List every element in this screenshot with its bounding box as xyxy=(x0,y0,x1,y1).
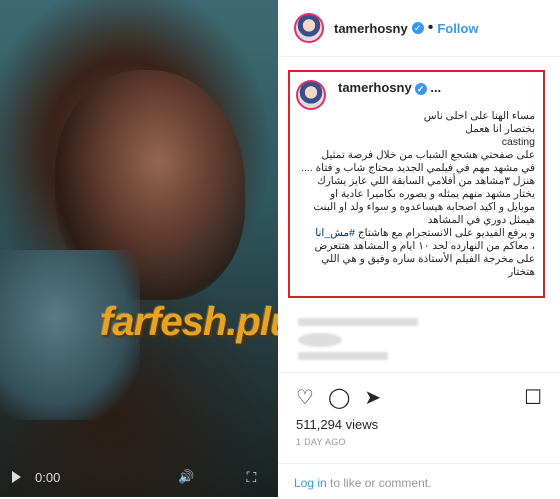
view-count[interactable]: 511,294 views xyxy=(296,417,378,432)
caption-line-prefix: و يرفع الفيديو على الانستجرام مع هاشتاج xyxy=(354,227,535,239)
caption-line: هنزل ٣مشاهد من أفلامي السابقة اللي عايز … xyxy=(317,175,535,187)
post-sidebar: tamerhosny ✓ • Follow tamerhosny ✓ ... مس… xyxy=(278,0,560,497)
blurred-comment xyxy=(298,333,342,347)
caption-username: tamerhosny ✓ ... xyxy=(338,80,441,95)
caption-line: يختار مشهد منهم يمثله و يصوره بكاميرا عا… xyxy=(330,188,535,200)
caption-highlight-box: tamerhosny ✓ ... مساء الهنا على احلى ناس … xyxy=(288,70,545,298)
follow-button[interactable]: Follow xyxy=(437,21,478,36)
comment-bar: Log in to like or comment. xyxy=(278,463,560,499)
post-header: tamerhosny ✓ • Follow xyxy=(278,0,560,57)
caption-line: مساء الهنا على احلى ناس xyxy=(423,110,535,122)
fullscreen-icon[interactable]: ⛶ xyxy=(247,469,257,486)
caption-line: هيمثل دوري في المشاهد xyxy=(427,214,535,226)
caption-avatar[interactable] xyxy=(296,80,326,110)
caption-text: مساء الهنا على احلى ناس بختصار انا هعمل … xyxy=(301,110,536,279)
caption-line: في مشهد مهم في فيلمي الجديد محتاج شاب و … xyxy=(301,162,535,174)
comment-prompt: Log in to like or comment. xyxy=(294,476,431,490)
post-date[interactable]: 1 DAY AGO xyxy=(296,437,346,447)
video-controls: 0:00 🔊 ⛶ xyxy=(0,457,278,497)
video-player[interactable]: farfesh.plus.com 0:00 🔊 ⛶ xyxy=(0,0,278,497)
caption-hashtag-line: و يرفع الفيديو على الانستجرام مع هاشتاج … xyxy=(303,227,535,240)
comment-prompt-text: to like or comment. xyxy=(326,476,432,490)
login-link[interactable]: Log in xyxy=(294,476,327,490)
separator-dot: • xyxy=(427,19,434,36)
play-icon[interactable] xyxy=(12,471,21,483)
verified-badge-icon: ✓ xyxy=(414,83,427,95)
caption-line: casting xyxy=(501,136,535,148)
caption-ellipsis: ... xyxy=(430,80,442,95)
watermark: farfesh.plus.com xyxy=(100,300,278,344)
blurred-comment xyxy=(298,318,418,326)
caption-line: هتختار xyxy=(508,266,535,278)
blurred-comment xyxy=(298,352,388,360)
volume-icon[interactable]: 🔊 xyxy=(178,469,194,485)
caption-line: بختصار انا هعمل xyxy=(465,123,535,135)
post-actions: ♡ ◯ ➤ ☐ 511,294 views 1 DAY AGO Log in t… xyxy=(278,372,560,498)
video-time: 0:00 xyxy=(35,469,61,485)
hashtag-link[interactable]: #مش_انا xyxy=(315,227,355,239)
caption-line: على صفحتي هشجع الشباب من خلال فرصة تمثيل xyxy=(321,149,536,161)
caption-line: على مخرجة الفيلم الأستاذة ساره وفيق و هي… xyxy=(321,253,535,265)
bookmark-icon[interactable]: ☐ xyxy=(524,385,542,410)
caption-username-link[interactable]: tamerhosny xyxy=(338,80,412,95)
username-link[interactable]: tamerhosny xyxy=(334,21,408,36)
caption-line: موبايل و اكيد اصحابه هيساعدوه و سواء ولد… xyxy=(313,201,535,213)
heart-icon[interactable]: ♡ xyxy=(296,385,314,410)
share-icon[interactable]: ➤ xyxy=(364,385,381,410)
caption-line: ، معاكم من النهارده لحد ١٠ ايام و المشاه… xyxy=(314,240,535,252)
verified-badge-icon: ✓ xyxy=(411,22,424,34)
action-icons: ♡ ◯ ➤ xyxy=(296,385,381,410)
avatar[interactable] xyxy=(294,13,324,43)
comment-icon[interactable]: ◯ xyxy=(328,385,350,410)
